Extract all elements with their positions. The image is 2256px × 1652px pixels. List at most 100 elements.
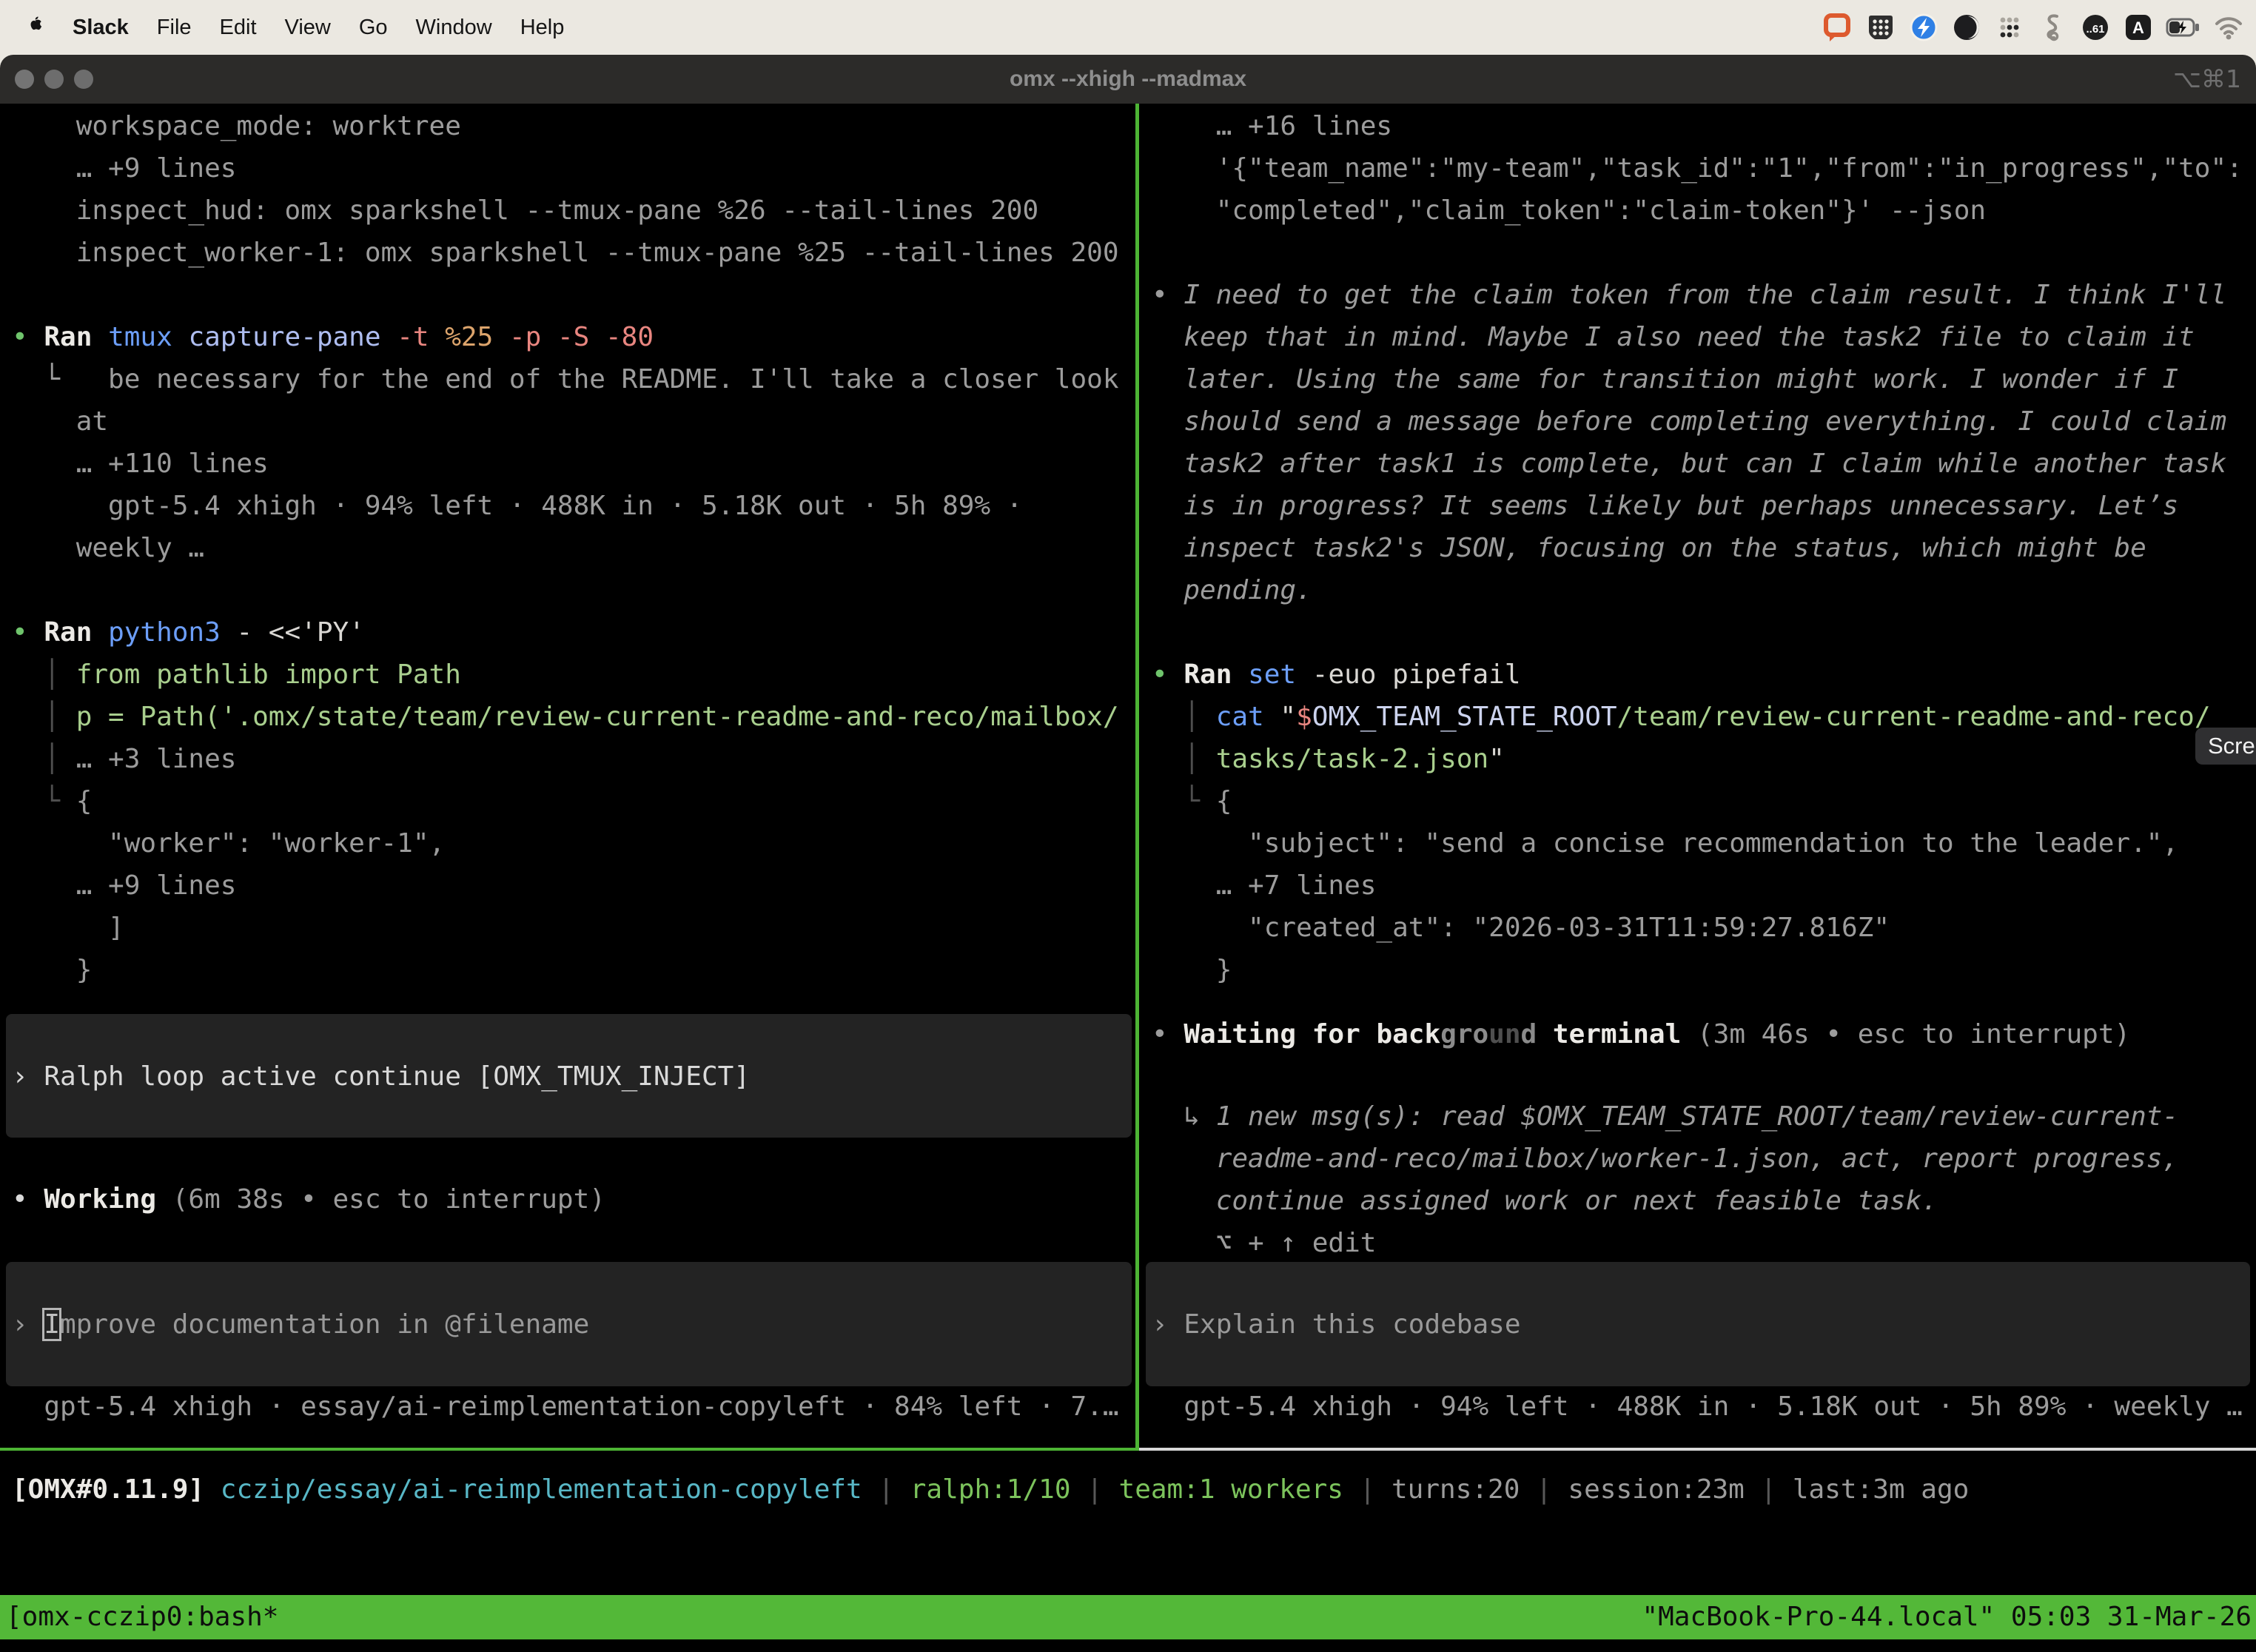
- terminal-line: › Improve documentation in @filename: [12, 1303, 589, 1346]
- terminal-line: gpt-5.4 xhigh · 94% left · 488K in · 5.1…: [12, 485, 1134, 527]
- tmux-session-label[interactable]: [omx-cczip0:bash*: [0, 1595, 278, 1639]
- text-segment: /team/review-current-readme-and-reco/: [1617, 702, 2211, 732]
- text-segment: ⌥ + ↑ edit: [1152, 1228, 1376, 1258]
- terminal-line: … +110 lines: [12, 443, 1134, 485]
- text-segment: Waiting for back: [1184, 1019, 1440, 1050]
- text-segment: keep that in mind. Maybe I also need the…: [1152, 322, 2195, 352]
- terminal-line: │ from pathlib import Path: [12, 654, 1134, 696]
- wifi-icon[interactable]: [2213, 12, 2244, 43]
- terminal-line: inspect task2's JSON, focusing on the st…: [1152, 527, 2256, 569]
- text-segment: pending.: [1152, 575, 1312, 605]
- apple-menu-icon[interactable]: [25, 13, 44, 41]
- text-segment: last:3m ago: [1793, 1474, 1969, 1505]
- terminal-line: "subject": "send a concise recommendatio…: [1152, 822, 2256, 864]
- text-segment: └: [1152, 786, 1216, 816]
- text-segment: "completed","claim_token":"claim-token"}…: [1152, 195, 1986, 226]
- terminal-line: … +9 lines: [12, 147, 1134, 189]
- text-segment: gpt-5.4 xhigh · 94% left · 488K in · 5.1…: [1152, 1391, 2243, 1422]
- left-pane-scrollback: workspace_mode: worktree … +9 lines insp…: [12, 105, 1134, 991]
- terminal-line: • Waiting for background terminal (3m 46…: [1152, 1013, 2130, 1055]
- text-segment: un: [1488, 1019, 1520, 1050]
- left-hud-notice: › Ralph loop active continue [OMX_TMUX_I…: [12, 1055, 750, 1098]
- squiggle-icon[interactable]: [2037, 12, 2068, 43]
- text-segment: task2 after task1 is complete, but can I…: [1152, 449, 2226, 479]
- terminal-line: … +16 lines: [1152, 105, 2256, 147]
- text-segment: inspect_worker-1: omx sparkshell --tmux-…: [12, 238, 1119, 268]
- text-segment: … +9 lines: [12, 870, 236, 901]
- text-segment: │: [12, 659, 76, 690]
- a-badge-label: A: [2132, 19, 2144, 37]
- right-session-status: gpt-5.4 xhigh · 94% left · 488K in · 5.1…: [1152, 1386, 2243, 1428]
- terminal-line: › Explain this codebase: [1152, 1303, 1521, 1346]
- text-segment: gpt-5.4 xhigh · 94% left · 488K in · 5.1…: [12, 491, 1022, 521]
- grid-badge-icon[interactable]: [1865, 12, 1896, 43]
- badge-61-label: ..61: [2086, 23, 2104, 36]
- terminal-line: │ cat "$OMX_TEAM_STATE_ROOT/team/review-…: [1152, 696, 2256, 738]
- menu-item-help[interactable]: Help: [520, 16, 565, 40]
- menu-item-window[interactable]: Window: [416, 16, 492, 40]
- text-segment: {: [76, 786, 93, 816]
- terminal-line: pending.: [1152, 569, 2256, 611]
- chat-icon[interactable]: [1822, 12, 1853, 43]
- terminal-line: continue assigned work or next feasible …: [1152, 1180, 2178, 1222]
- text-segment: {: [1216, 786, 1232, 816]
- text-segment: }: [1152, 955, 1232, 985]
- left-working-status: • Working (6m 38s • esc to interrupt): [12, 1178, 605, 1220]
- bolt-badge-icon[interactable]: [1908, 12, 1939, 43]
- terminal-line: › Ralph loop active continue [OMX_TMUX_I…: [12, 1055, 750, 1098]
- text-segment: continue assigned work or next feasible …: [1152, 1186, 1938, 1216]
- pane-separator-horizontal-active[interactable]: [0, 1448, 1139, 1451]
- badge-61-icon[interactable]: ..61: [2080, 12, 2111, 43]
- dots-grid-icon[interactable]: [1994, 12, 2025, 43]
- text-segment: -t: [397, 322, 445, 352]
- terminal-line: inspect_hud: omx sparkshell --tmux-pane …: [12, 189, 1134, 232]
- menu-item-file[interactable]: File: [157, 16, 192, 40]
- text-segment: weekly …: [12, 533, 204, 563]
- tmux-status-bar: [omx-cczip0:bash* "MacBook-Pro-44.local"…: [0, 1595, 2256, 1639]
- terminal-line: │ … +3 lines: [12, 738, 1134, 780]
- text-segment: (3m 46s • esc to interrupt): [1681, 1019, 2130, 1050]
- text-segment: |: [1071, 1474, 1119, 1505]
- a-badge-icon[interactable]: A: [2123, 12, 2154, 43]
- menu-item-app[interactable]: Slack: [73, 16, 129, 40]
- menu-item-view[interactable]: View: [285, 16, 331, 40]
- terminal-line: gpt-5.4 xhigh · essay/ai-reimplementatio…: [12, 1386, 1119, 1428]
- battery-icon[interactable]: [2166, 12, 2201, 43]
- pane-separator-vertical[interactable]: [1135, 104, 1139, 1448]
- text-segment: python3: [108, 617, 236, 648]
- text-segment: OMX_TEAM_STATE_ROOT: [1312, 702, 1617, 732]
- text-segment: later. Using the same for transition mig…: [1152, 364, 2178, 394]
- text-cursor: I: [44, 1309, 60, 1340]
- terminal-line: ↳ 1 new msg(s): read $OMX_TEAM_STATE_ROO…: [1152, 1095, 2178, 1138]
- text-segment: team:1 workers: [1119, 1474, 1343, 1505]
- text-segment: from pathlib import Path: [76, 659, 461, 690]
- text-segment: workspace_mode: worktree: [12, 111, 461, 141]
- text-segment: … +3 lines: [76, 744, 237, 774]
- text-segment: ↳ 1 new msg(s): read $OMX_TEAM_STATE_ROO…: [1152, 1101, 2178, 1132]
- text-segment: •: [12, 322, 44, 352]
- text-segment: turns:20: [1391, 1474, 1520, 1505]
- menu-item-edit[interactable]: Edit: [220, 16, 257, 40]
- text-segment: Working: [44, 1184, 172, 1215]
- terminal-line: task2 after task1 is complete, but can I…: [1152, 443, 2256, 485]
- text-segment: └: [12, 786, 76, 816]
- right-prompt-input[interactable]: › Explain this codebase: [1152, 1303, 1521, 1346]
- terminal-line: inspect_worker-1: omx sparkshell --tmux-…: [12, 232, 1134, 274]
- terminal-line: "created_at": "2026-03-31T11:59:27.816Z": [1152, 907, 2256, 949]
- text-segment: }: [12, 955, 92, 985]
- menu-item-go[interactable]: Go: [359, 16, 388, 40]
- pie-badge-icon[interactable]: [1951, 12, 1982, 43]
- window-shortcut-hint: ⌥⌘1: [2173, 55, 2241, 104]
- window-title: omx --xhigh --madmax: [0, 55, 2256, 104]
- text-segment: |: [1745, 1474, 1793, 1505]
- pane-separator-horizontal-inactive[interactable]: [1139, 1448, 2256, 1451]
- text-segment: |: [862, 1474, 910, 1505]
- left-prompt-input[interactable]: › Improve documentation in @filename: [12, 1303, 589, 1346]
- terminal-line: • Ran set -euo pipefail: [1152, 654, 2256, 696]
- terminal-line: │ tasks/task-2.json": [1152, 738, 2256, 780]
- text-segment: - <<'PY': [236, 617, 364, 648]
- text-segment: │: [1152, 702, 1216, 732]
- right-pane-scrollback: … +16 lines '{"team_name":"my-team","tas…: [1152, 105, 2256, 991]
- text-segment: |: [1520, 1474, 1568, 1505]
- text-segment: •: [12, 1184, 44, 1215]
